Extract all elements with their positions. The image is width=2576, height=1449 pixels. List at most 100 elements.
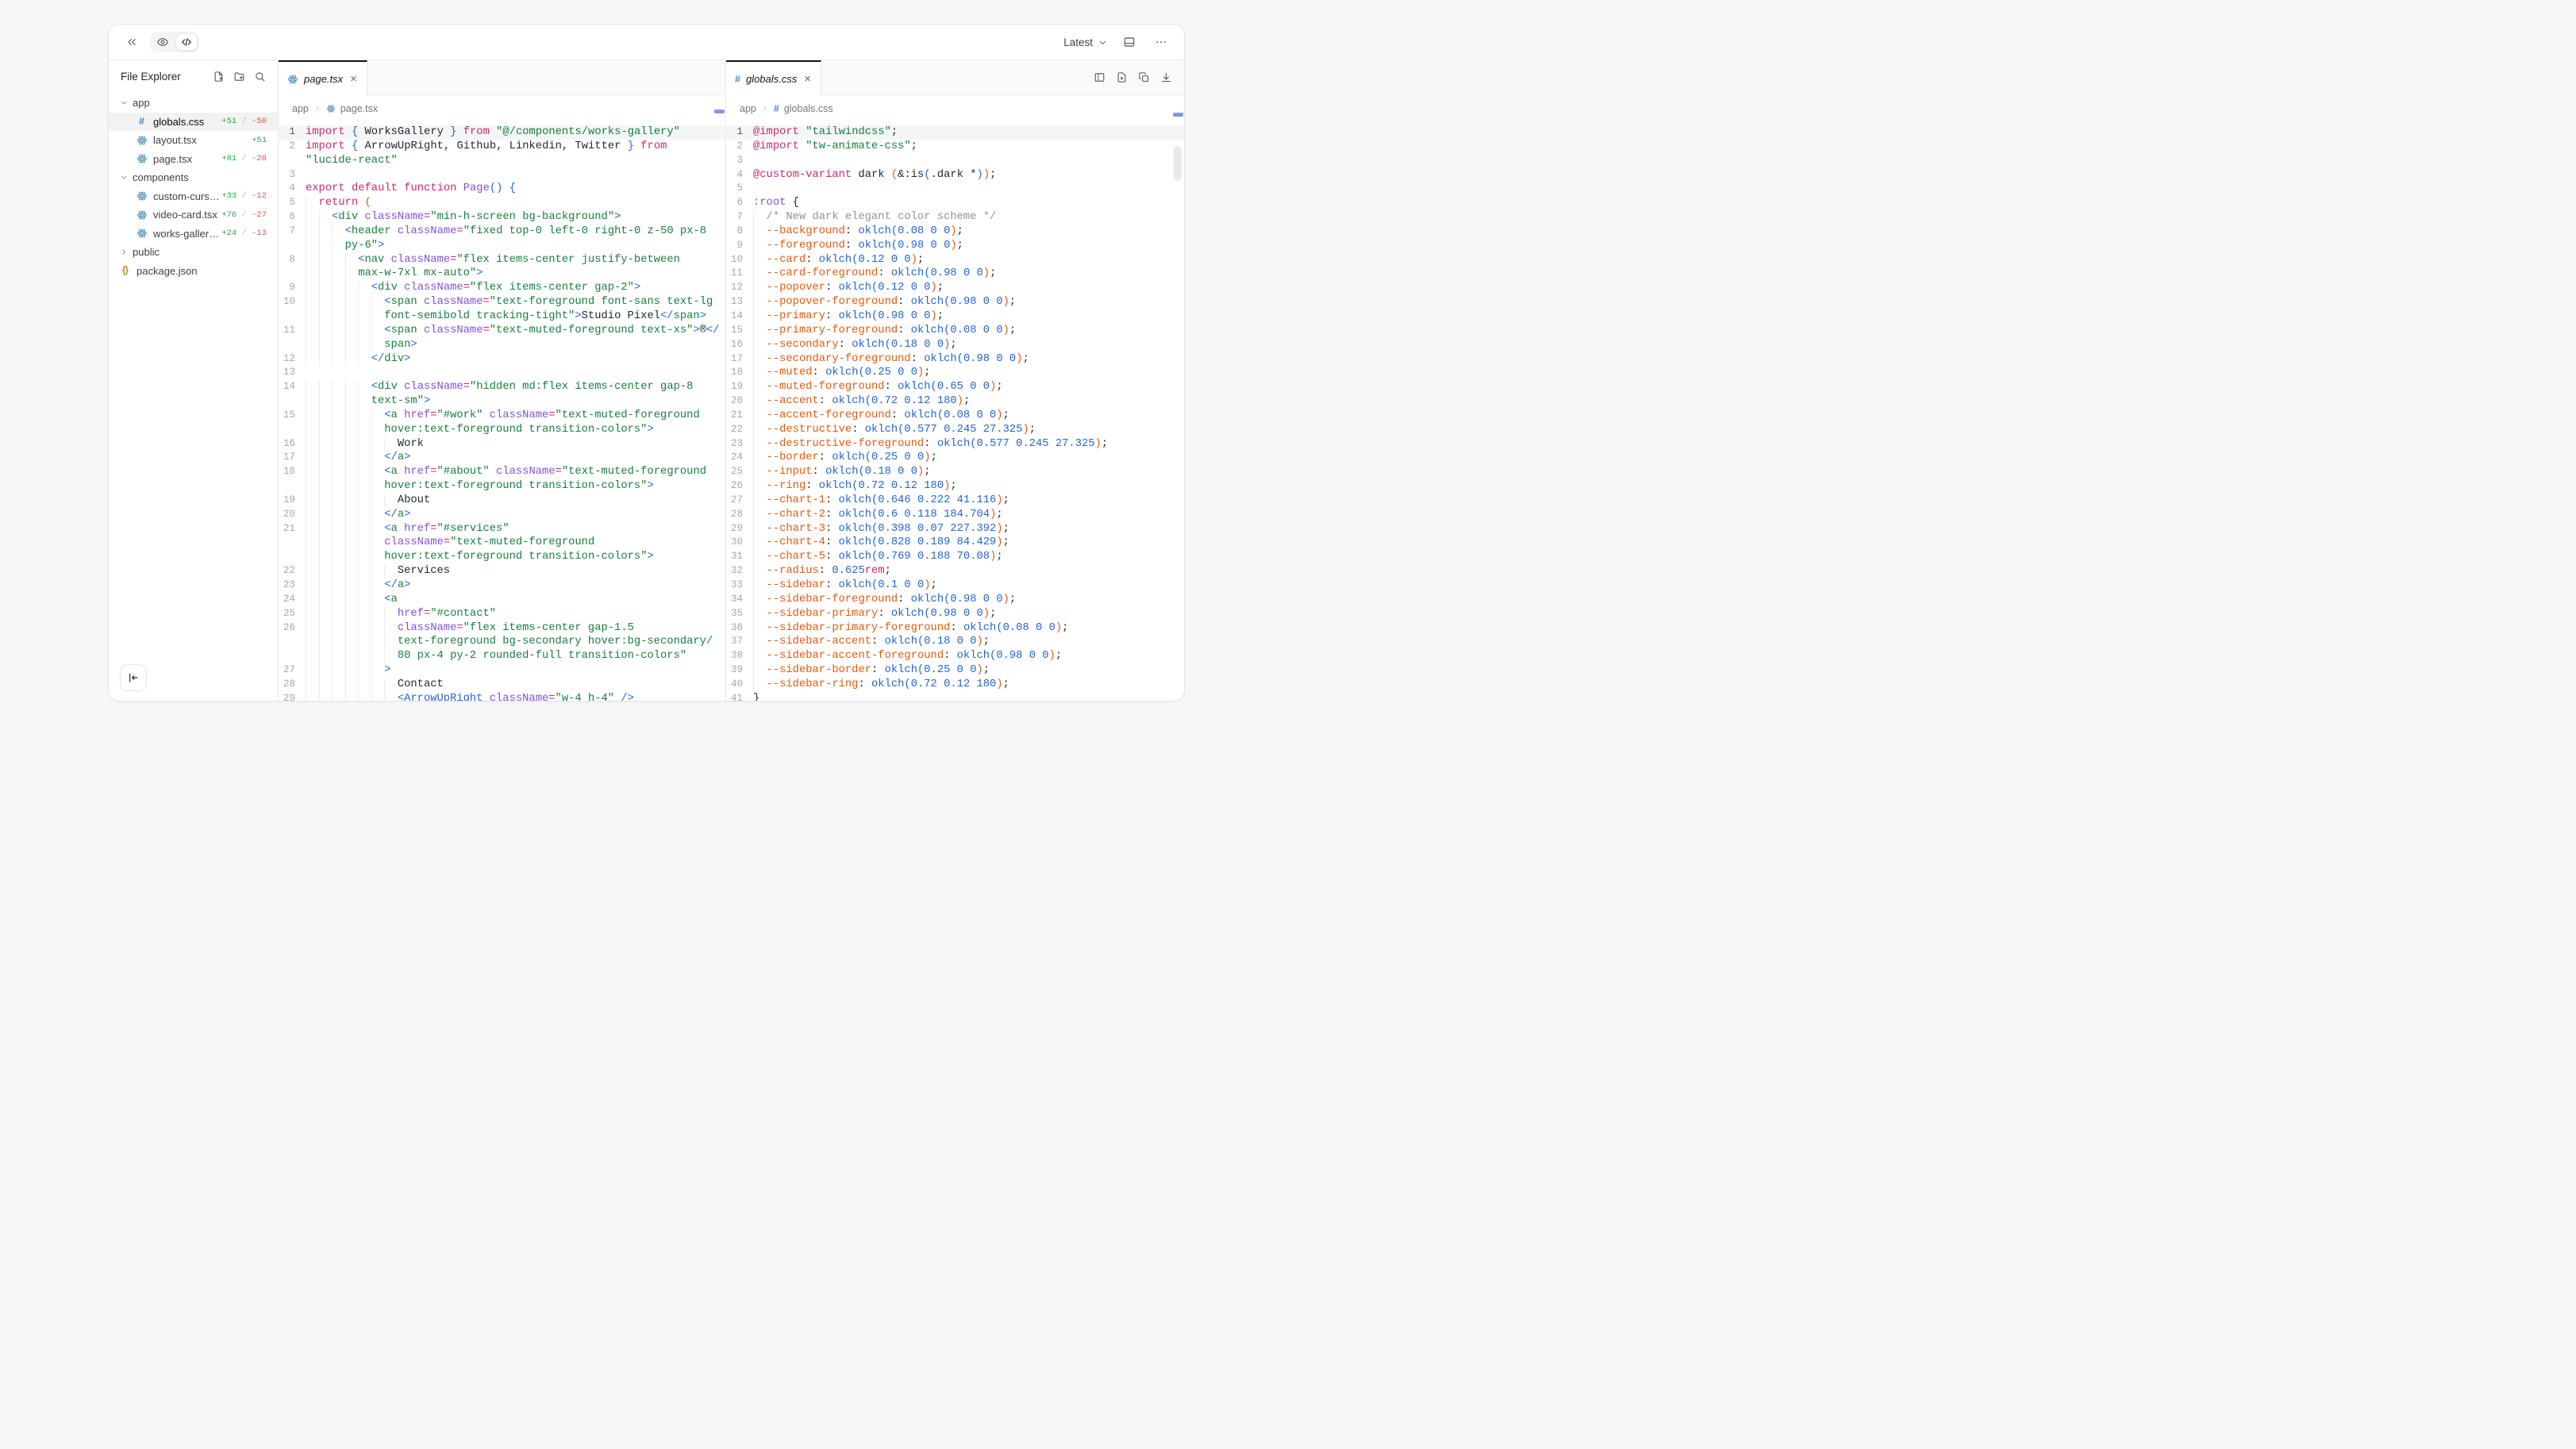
diff-marker (1173, 113, 1183, 117)
file-explorer-sidebar: File Explorer app#globals.css+51 / -50la… (109, 60, 279, 701)
line-number: 24 (279, 593, 306, 607)
line-number (279, 423, 306, 437)
line-number (279, 239, 306, 253)
preview-mode-button[interactable] (152, 33, 174, 51)
breadcrumb-folder: app (740, 103, 756, 114)
tree-file-custom-curs[interactable]: custom-curs…+33 / -12 (109, 187, 278, 206)
line-number (279, 550, 306, 564)
code-row: 31 --chart-5: oklch(0.769 0.188 70.08); (726, 550, 1184, 564)
line-number: 2 (726, 140, 753, 154)
code-row: 6:root { (726, 196, 1184, 210)
code-editor-globals-css[interactable]: 1@import "tailwindcss";2@import "tw-anim… (726, 121, 1184, 701)
download-button[interactable] (1160, 71, 1172, 83)
line-number: 6 (726, 196, 753, 210)
code-row: hover:text-foreground transition-colors"… (279, 550, 725, 564)
line-number: 24 (726, 451, 753, 465)
breadcrumb-folder: app (292, 103, 309, 114)
diff-stats: +51 / -50 (221, 117, 267, 126)
diff-stats: +81 / -28 (221, 154, 267, 163)
line-number: 20 (726, 394, 753, 409)
tree-file-globals.css[interactable]: #globals.css+51 / -50 (109, 113, 278, 132)
line-number (279, 536, 306, 550)
collapse-panel-button[interactable] (121, 32, 142, 52)
code-row: font-semibold tracking-tight">Studio Pix… (279, 309, 725, 324)
diff-stats: +24 / -13 (221, 229, 267, 238)
tree-folder-components[interactable]: components (109, 168, 278, 187)
line-number: 38 (726, 649, 753, 663)
file-explorer-title: File Explorer (121, 71, 213, 83)
tab-globals-css[interactable]: # globals.css × (726, 60, 821, 96)
line-number: 29 (279, 692, 306, 701)
editor-pane-page-tsx: page.tsx × app page.tsx 1import { WorksG… (279, 60, 726, 701)
line-number (279, 479, 306, 494)
code-row: 5 (726, 182, 1184, 196)
new-file-button[interactable] (213, 71, 225, 83)
tree-file-works-galler[interactable]: works-galler…+24 / -13 (109, 225, 278, 244)
close-tab-icon[interactable]: × (802, 73, 811, 86)
folder-plus-icon (233, 71, 245, 83)
code-row: 32 --radius: 0.625rem; (726, 564, 1184, 578)
version-selector[interactable]: Latest (1063, 37, 1108, 48)
diff-stats: +51 (252, 136, 267, 145)
code-row: 33 --sidebar: oklch(0.1 0 0); (726, 578, 1184, 593)
close-tab-icon[interactable]: × (348, 73, 357, 86)
code-row: "lucide-react" (279, 154, 725, 168)
css-file-icon: # (735, 74, 740, 85)
line-number: 36 (726, 621, 753, 636)
line-number: 25 (279, 607, 306, 621)
scrollbar-right[interactable] (1173, 97, 1183, 698)
view-mode-toggle (150, 32, 199, 52)
line-number: 2 (279, 140, 306, 154)
line-number: 21 (726, 409, 753, 423)
tab-label: page.tsx (304, 73, 343, 85)
css-file-icon: # (139, 116, 144, 127)
code-row: 10 <span className="text-foreground font… (279, 295, 725, 309)
line-number: 19 (726, 380, 753, 394)
code-row: 24 --border: oklch(0.25 0 0); (726, 451, 1184, 465)
code-row: 41} (726, 692, 1184, 701)
line-number: 7 (279, 225, 306, 239)
code-row: 27 --chart-1: oklch(0.646 0.222 41.116); (726, 494, 1184, 508)
line-number (279, 338, 306, 352)
panel-bottom-toggle-button[interactable] (1119, 32, 1140, 52)
tree-file-layout.tsx[interactable]: layout.tsx+51 (109, 131, 278, 150)
code-row: 3 (726, 154, 1184, 168)
tree-file-package.json[interactable]: {}package.json (109, 262, 278, 281)
search-files-button[interactable] (254, 71, 266, 83)
tree-folder-public[interactable]: public (109, 243, 278, 262)
panel-bottom-icon (1123, 36, 1136, 48)
line-number: 18 (726, 366, 753, 380)
editor-pane-globals-css: # globals.css × app # globals.cs (726, 60, 1184, 701)
tree-file-page.tsx[interactable]: page.tsx+81 / -28 (109, 150, 278, 169)
scrollbar-left[interactable] (714, 97, 725, 698)
code-row: 26 --ring: oklch(0.72 0.12 180); (726, 479, 1184, 494)
code-row: 11 <span className="text-muted-foregroun… (279, 324, 725, 338)
code-row: 1@import "tailwindcss"; (726, 125, 1184, 140)
breadcrumb-right: app # globals.css (726, 95, 1184, 121)
line-number: 12 (279, 352, 306, 367)
file-insert-icon (1116, 71, 1128, 83)
new-folder-button[interactable] (233, 71, 245, 83)
code-row: 14 <div className="hidden md:flex items-… (279, 380, 725, 394)
code-editor-page-tsx[interactable]: 1import { WorksGallery } from "@/compone… (279, 121, 725, 701)
line-number: 22 (726, 423, 753, 437)
line-number: 9 (279, 281, 306, 295)
tab-page-tsx[interactable]: page.tsx × (279, 60, 367, 96)
add-to-file-button[interactable] (1116, 71, 1128, 83)
split-panel-button[interactable] (1094, 71, 1105, 83)
code-row: 27 > (279, 663, 725, 678)
scrollbar-thumb[interactable] (1174, 146, 1182, 181)
code-row: 17 </a> (279, 451, 725, 465)
tree-file-video-card.tsx[interactable]: video-card.tsx+76 / -27 (109, 206, 278, 225)
eye-icon (156, 36, 169, 48)
copy-code-button[interactable] (1138, 71, 1150, 83)
line-number: 37 (726, 635, 753, 649)
tree-folder-app[interactable]: app (109, 94, 278, 113)
more-options-button[interactable] (1151, 32, 1171, 52)
line-number: 20 (279, 508, 306, 522)
collapse-sidebar-button[interactable] (120, 664, 147, 691)
line-number: 8 (726, 225, 753, 239)
code-row: 12 --popover: oklch(0.12 0 0); (726, 281, 1184, 295)
code-mode-button[interactable] (175, 33, 198, 51)
line-number: 33 (726, 578, 753, 593)
